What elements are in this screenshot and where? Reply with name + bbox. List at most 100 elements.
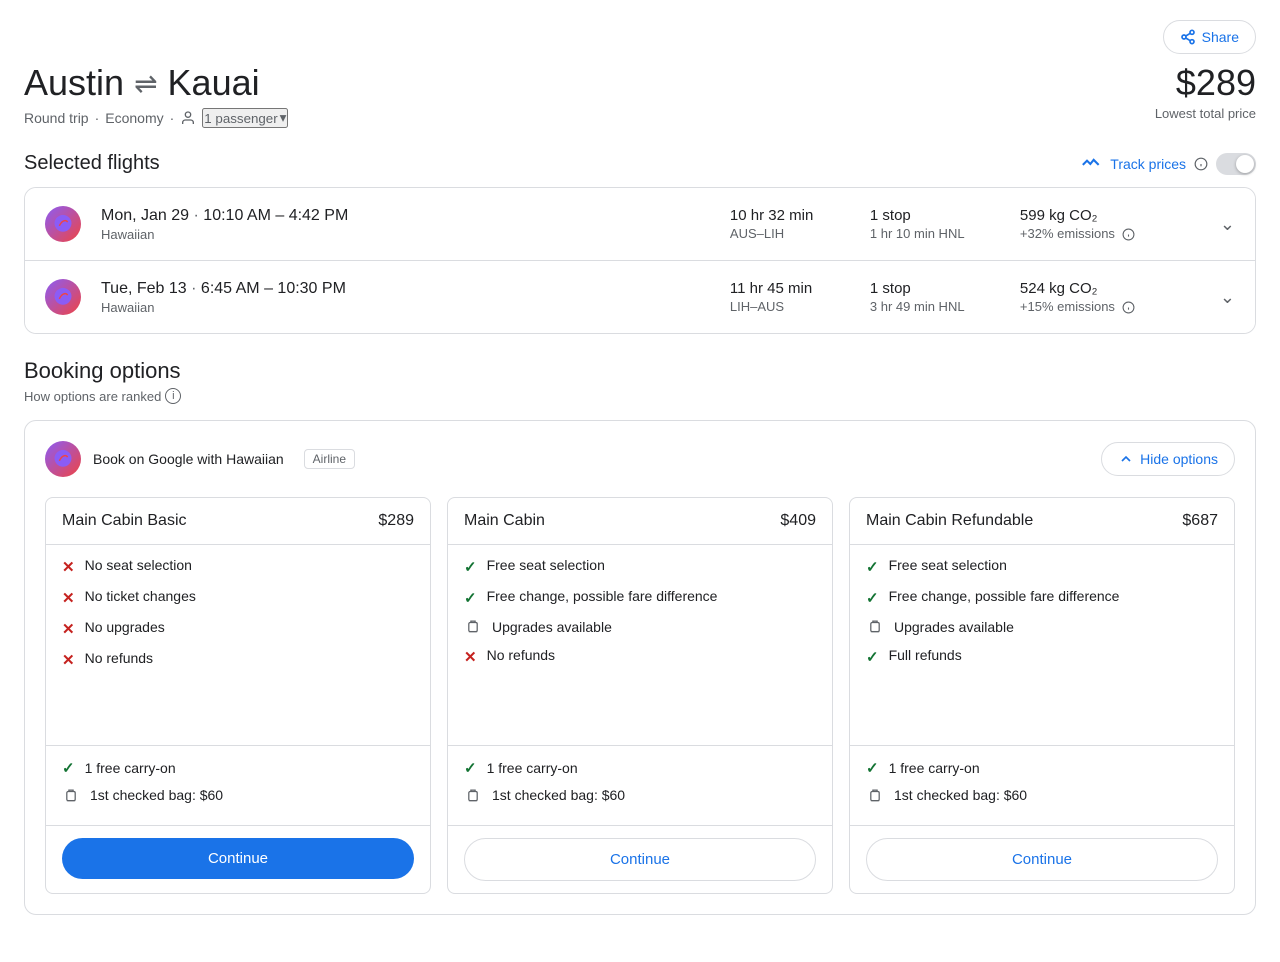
- luggage-icon: [866, 619, 884, 633]
- booking-airline-logo: [45, 441, 81, 477]
- fare-refundable-price: $687: [1182, 512, 1218, 530]
- airline-logo: [45, 279, 81, 315]
- feature-text: No refunds: [487, 647, 555, 663]
- bag-text: 1 free carry-on: [487, 760, 578, 776]
- hide-options-button[interactable]: Hide options: [1101, 442, 1235, 476]
- emissions-info-icon[interactable]: [1122, 228, 1135, 241]
- bag-item: ✓ 1 free carry-on: [866, 758, 1218, 777]
- continue-button-refundable[interactable]: Continue: [866, 838, 1218, 881]
- cross-icon: ✕: [62, 589, 75, 607]
- fare-basic-price: $289: [378, 512, 414, 530]
- share-label: Share: [1202, 29, 1239, 45]
- check-icon: ✓: [866, 759, 879, 777]
- fare-feature: ✕ No ticket changes: [62, 588, 414, 607]
- check-icon: ✓: [464, 558, 477, 576]
- fare-main-features: ✓ Free seat selection ✓ Free change, pos…: [448, 545, 832, 745]
- feature-text: Free seat selection: [487, 557, 605, 573]
- page-header: Austin ⇌ Kauai Round trip · Economy · 1 …: [24, 62, 1256, 128]
- booking-options-section: Booking options How options are ranked i…: [24, 358, 1256, 915]
- feature-text: Full refunds: [889, 647, 962, 663]
- fare-col-main-header: Main Cabin $409: [448, 498, 832, 545]
- fare-main-name: Main Cabin: [464, 512, 545, 530]
- continue-button-main[interactable]: Continue: [464, 838, 816, 881]
- trip-type: Round trip: [24, 110, 89, 126]
- booking-card: Book on Google with Hawaiian Airline Hid…: [24, 420, 1256, 915]
- fare-refundable-actions: Continue: [850, 825, 1234, 893]
- passenger-selector[interactable]: 1 passenger ▾: [202, 108, 288, 128]
- share-button[interactable]: Share: [1163, 20, 1256, 54]
- fare-feature: ✓ Free seat selection: [866, 557, 1218, 576]
- flight2-time: 6:45 AM – 10:30 PM: [201, 280, 346, 297]
- route-arrow-icon: ⇌: [134, 67, 157, 100]
- feature-text: No upgrades: [85, 619, 165, 635]
- flight1-dot: ·: [194, 207, 204, 224]
- booking-card-header: Book on Google with Hawaiian Airline Hid…: [45, 441, 1235, 477]
- selected-flights-title: Selected flights: [24, 152, 160, 175]
- luggage-icon: [464, 788, 482, 802]
- track-prices-icon: [1082, 156, 1102, 172]
- fare-basic-name: Main Cabin Basic: [62, 512, 187, 530]
- trip-meta: Round trip · Economy · 1 passenger ▾: [24, 108, 288, 128]
- bag-item: 1st checked bag: $60: [464, 787, 816, 803]
- toggle-thumb: [1236, 155, 1254, 173]
- flight1-duration: 10 hr 32 min AUS–LIH: [730, 207, 850, 241]
- flight2-date: Tue, Feb 13: [101, 280, 187, 297]
- fare-basic-features: ✕ No seat selection ✕ No ticket changes …: [46, 545, 430, 745]
- fare-main-price: $409: [780, 512, 816, 530]
- fare-basic-actions: Continue: [46, 825, 430, 891]
- flight-info: Tue, Feb 13 · 6:45 AM – 10:30 PM Hawaiia…: [101, 280, 710, 315]
- bag-text: 1st checked bag: $60: [894, 787, 1027, 803]
- fare-col-refundable-header: Main Cabin Refundable $687: [850, 498, 1234, 545]
- flight2-airline: Hawaiian: [101, 300, 710, 315]
- fare-col-basic: Main Cabin Basic $289 ✕ No seat selectio…: [45, 497, 431, 894]
- route-title: Austin ⇌ Kauai: [24, 62, 288, 104]
- flight1-date: Mon, Jan 29: [101, 207, 189, 224]
- bag-item: 1st checked bag: $60: [62, 787, 414, 803]
- fare-feature: ✓ Free change, possible fare difference: [866, 588, 1218, 607]
- fare-feature: ✕ No upgrades: [62, 619, 414, 638]
- emissions-info-icon[interactable]: [1122, 301, 1135, 314]
- fare-refundable-name: Main Cabin Refundable: [866, 512, 1033, 530]
- fare-refundable-bags: ✓ 1 free carry-on 1st checked bag: $60: [850, 745, 1234, 825]
- flight2-expand-icon[interactable]: ⌄: [1220, 287, 1235, 308]
- fare-feature: ✓ Full refunds: [866, 647, 1218, 666]
- check-icon: ✓: [464, 759, 477, 777]
- flight2-emissions: 524 kg CO₂ +15% emissions: [1020, 280, 1200, 314]
- airline-logo: [45, 206, 81, 242]
- fare-feature: ✕ No refunds: [62, 650, 414, 669]
- bag-text: 1 free carry-on: [85, 760, 176, 776]
- fare-columns: Main Cabin Basic $289 ✕ No seat selectio…: [45, 497, 1235, 894]
- hawaiian-logo-icon: [52, 213, 74, 235]
- fare-feature: Upgrades available: [866, 619, 1218, 635]
- fare-col-refundable: Main Cabin Refundable $687 ✓ Free seat s…: [849, 497, 1235, 894]
- flight1-expand-icon[interactable]: ⌄: [1220, 214, 1235, 235]
- bag-text: 1 free carry-on: [889, 760, 980, 776]
- track-prices-info-icon[interactable]: [1194, 157, 1208, 171]
- feature-text: Free change, possible fare difference: [487, 588, 718, 604]
- hawaiian-logo-icon: [52, 286, 74, 308]
- feature-text: Upgrades available: [894, 619, 1014, 635]
- cabin-class: Economy: [105, 110, 163, 126]
- flight1-airline: Hawaiian: [101, 227, 710, 242]
- flight-info: Mon, Jan 29 · 10:10 AM – 4:42 PM Hawaiia…: [101, 207, 710, 242]
- fare-main-actions: Continue: [448, 825, 832, 893]
- luggage-icon: [866, 788, 884, 802]
- continue-button-basic[interactable]: Continue: [62, 838, 414, 879]
- check-icon: ✓: [866, 648, 879, 666]
- ranking-info-icon[interactable]: i: [165, 388, 181, 404]
- check-icon: ✓: [866, 558, 879, 576]
- luggage-icon: [464, 619, 482, 633]
- bag-item: ✓ 1 free carry-on: [62, 758, 414, 777]
- hawaiian-booking-logo-icon: [52, 448, 74, 470]
- feature-text: Free seat selection: [889, 557, 1007, 573]
- track-prices-label[interactable]: Track prices: [1110, 156, 1186, 172]
- price-label: Lowest total price: [1155, 106, 1256, 121]
- bag-item: ✓ 1 free carry-on: [464, 758, 816, 777]
- bag-text: 1st checked bag: $60: [90, 787, 223, 803]
- feature-text: Free change, possible fare difference: [889, 588, 1120, 604]
- fare-main-bags: ✓ 1 free carry-on 1st checked bag: $60: [448, 745, 832, 825]
- flights-section-header: Selected flights Track prices: [24, 152, 1256, 175]
- flight-row[interactable]: Tue, Feb 13 · 6:45 AM – 10:30 PM Hawaiia…: [25, 261, 1255, 333]
- flight-row[interactable]: Mon, Jan 29 · 10:10 AM – 4:42 PM Hawaiia…: [25, 188, 1255, 261]
- track-prices-toggle[interactable]: [1216, 153, 1256, 175]
